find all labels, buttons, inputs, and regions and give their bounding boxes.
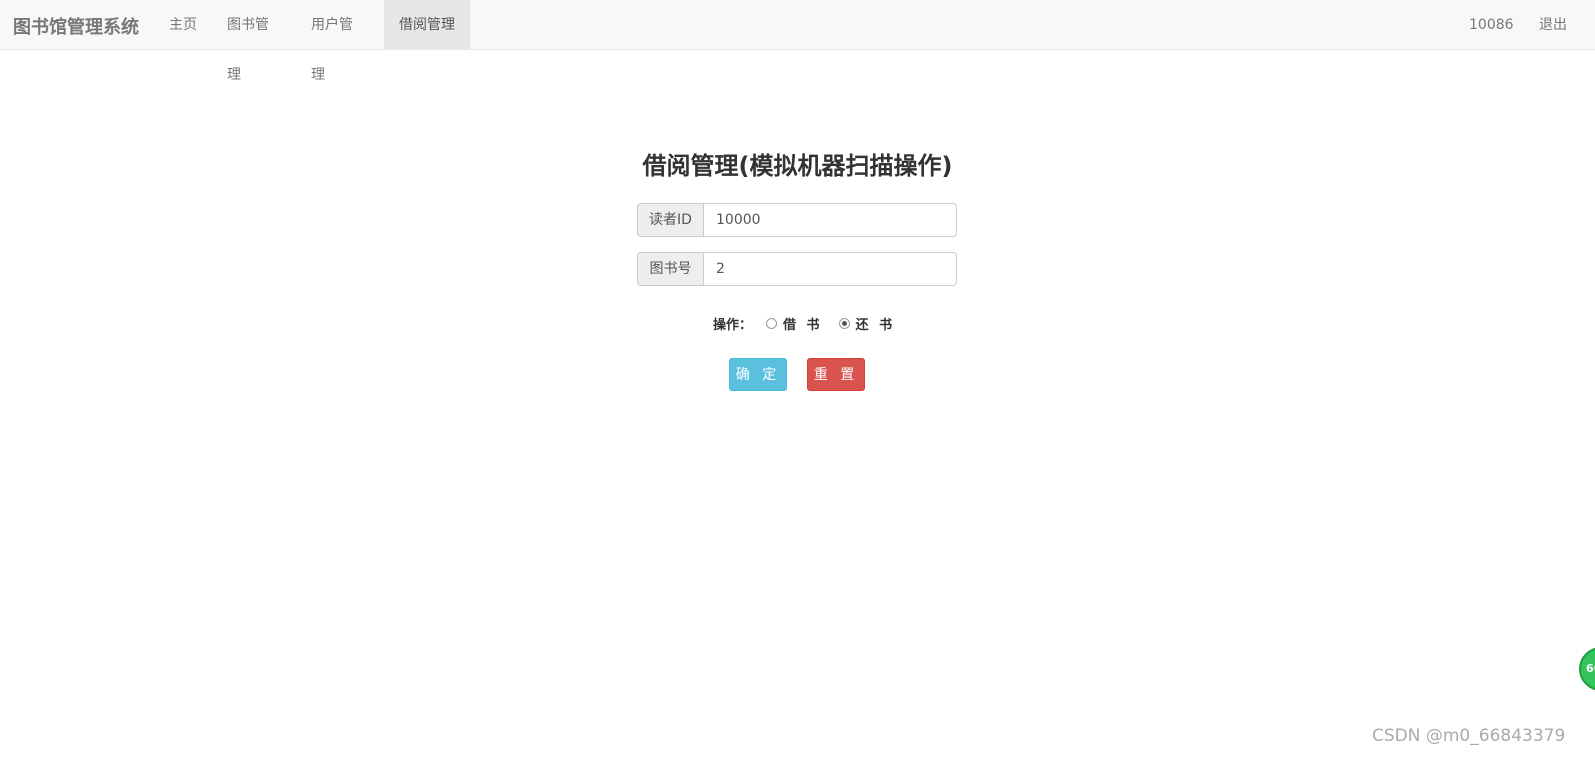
borrow-radio[interactable] xyxy=(766,317,778,329)
reset-button[interactable]: 重 置 xyxy=(807,358,865,391)
reader-id-input[interactable] xyxy=(704,203,957,237)
book-number-label: 图书号 xyxy=(637,252,704,286)
nav-user-id[interactable]: 10086 xyxy=(1454,0,1524,50)
confirm-button[interactable]: 确 定 xyxy=(729,358,787,391)
nav-item-user-management[interactable]: 用户管理 xyxy=(296,0,380,83)
nav-item-book-management[interactable]: 图书管理 xyxy=(212,0,296,83)
nav-item-borrow-management[interactable]: 借阅管理 xyxy=(384,0,470,50)
logout-link[interactable]: 退出 xyxy=(1524,0,1584,50)
app-brand[interactable]: 图书馆管理系统 xyxy=(13,13,139,39)
page-title: 借阅管理(模拟机器扫描操作) xyxy=(642,152,953,180)
return-radio-label[interactable]: 还 书 xyxy=(856,314,896,333)
operation-label: 操作： xyxy=(713,317,753,333)
reader-id-label: 读者ID xyxy=(637,203,704,237)
book-number-input[interactable] xyxy=(704,252,957,286)
reader-id-group: 读者ID xyxy=(637,203,957,237)
top-navbar: 图书馆管理系统 主页 图书管理 用户管理 借阅管理 10086 退出 xyxy=(0,0,1595,83)
return-radio[interactable] xyxy=(838,317,850,329)
operation-row: 操作： 借 书 还 书 xyxy=(713,312,911,334)
floating-badge[interactable]: 66 xyxy=(1579,647,1595,691)
nav-item-home[interactable]: 主页 xyxy=(154,0,212,50)
borrow-radio-label[interactable]: 借 书 xyxy=(783,314,823,333)
book-number-group: 图书号 xyxy=(637,252,957,286)
csdn-watermark: CSDN @m0_66843379 xyxy=(1372,726,1566,746)
